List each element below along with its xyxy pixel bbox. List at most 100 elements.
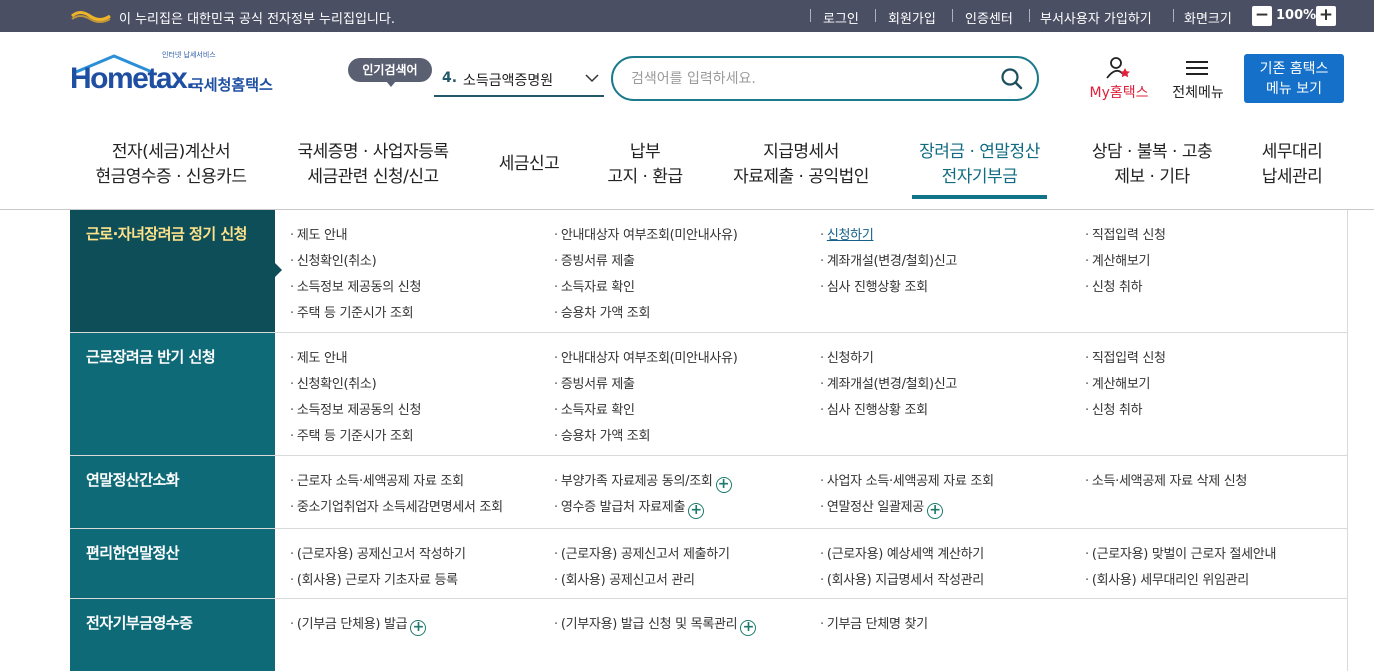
menu-link[interactable]: 승용차 가액 조회 bbox=[554, 425, 651, 444]
menu-link[interactable]: 신청 취하 bbox=[1085, 276, 1143, 295]
old-hometax-menu-button[interactable]: 기존 홈택스 메뉴 보기 bbox=[1244, 54, 1344, 103]
menu-link[interactable]: 주택 등 기준시가 조회 bbox=[290, 302, 414, 321]
menu-link[interactable]: (회사용) 세무대리인 위임관리 bbox=[1085, 569, 1249, 588]
menu-link[interactable]: (근로자용) 공제신고서 제출하기 bbox=[554, 543, 730, 562]
my-hometax-button[interactable]: My홈택스 bbox=[1084, 56, 1154, 102]
menu-link[interactable]: 소득자료 확인 bbox=[554, 399, 635, 418]
menu-link[interactable]: 소득정보 제공동의 신청 bbox=[290, 276, 422, 295]
menu-link-expandable[interactable]: (기부금 단체용) 발급+ bbox=[290, 613, 427, 636]
menu-link[interactable]: 신청확인(취소) bbox=[290, 250, 377, 269]
menu-link[interactable]: (근로자용) 맞벌이 근로자 절세안내 bbox=[1085, 543, 1277, 562]
gov-emblem-icon bbox=[71, 11, 111, 23]
menu-link[interactable]: (근로자용) 예상세액 계산하기 bbox=[820, 543, 984, 562]
signup-link[interactable]: 회원가입 bbox=[888, 8, 936, 27]
gnb-consult[interactable]: 상담 · 불복 · 고충 제보 · 기타 bbox=[1082, 140, 1222, 190]
menu-link-current[interactable]: 신청하기 bbox=[820, 224, 874, 243]
divider bbox=[810, 9, 811, 22]
menu-link[interactable]: 사업자 소득·세액공제 자료 조회 bbox=[820, 470, 994, 489]
menu-link[interactable]: 제도 안내 bbox=[290, 347, 348, 366]
hometax-logo[interactable]: 인터넷 납세서비스 Hometax. 국세청홈택스 bbox=[70, 50, 285, 106]
popular-search-select[interactable]: 4. 소득금액증명원 bbox=[434, 64, 604, 97]
menu-link[interactable]: 증빙서류 제출 bbox=[554, 250, 635, 269]
menu-link[interactable]: 신청 취하 bbox=[1085, 399, 1143, 418]
menu-link[interactable]: 주택 등 기준시가 조회 bbox=[290, 425, 414, 444]
menu-link-label: 연말정산 일괄제공 bbox=[826, 500, 924, 515]
dept-user-signup-link[interactable]: 부서사용자 가입하기 bbox=[1040, 8, 1152, 27]
menu-link[interactable]: 소득정보 제공동의 신청 bbox=[290, 399, 422, 418]
menu-link[interactable]: (회사용) 근로자 기초자료 등록 bbox=[290, 569, 458, 588]
search-icon[interactable] bbox=[1000, 67, 1024, 91]
menu-link[interactable]: (회사용) 지급명세서 작성관리 bbox=[820, 569, 984, 588]
zoom-level: 100% bbox=[1276, 8, 1317, 23]
menu-link[interactable]: 안내대상자 여부조회(미안내사유) bbox=[554, 224, 738, 243]
menu-link[interactable]: 계산해보기 bbox=[1085, 373, 1151, 392]
menu-link[interactable]: 중소기업취업자 소득세감면명세서 조회 bbox=[290, 496, 503, 515]
menu-link-expandable[interactable]: 부양가족 자료제공 동의/조회+ bbox=[554, 470, 732, 493]
gnb-incentive-yearend[interactable]: 장려금 · 연말정산 전자기부금 bbox=[912, 140, 1047, 190]
menu-link[interactable]: 계좌개설(변경/철회)신고 bbox=[820, 250, 958, 269]
menu-link-expandable[interactable]: 영수증 발급처 자료제출+ bbox=[554, 496, 705, 519]
menu-link[interactable]: 근로자 소득·세액공제 자료 조회 bbox=[290, 470, 464, 489]
plus-circle-icon[interactable]: + bbox=[926, 503, 943, 519]
submenu-panel: 근로·자녀장려금 정기 신청 제도 안내 안내대상자 여부조회(미안내사유) 신… bbox=[70, 210, 1348, 671]
menu-link[interactable]: 계좌개설(변경/철회)신고 bbox=[820, 373, 958, 392]
menu-link[interactable]: 증빙서류 제출 bbox=[554, 373, 635, 392]
gnb-tax-return[interactable]: 세금신고 bbox=[492, 152, 566, 177]
menu-link[interactable]: 제도 안내 bbox=[290, 224, 348, 243]
gnb-line2: 세금관련 신청/신고 bbox=[307, 167, 439, 187]
menu-link[interactable]: 직접입력 신청 bbox=[1085, 224, 1166, 243]
gnb-tax-agent[interactable]: 세무대리 납세관리 bbox=[1254, 140, 1330, 190]
login-link[interactable]: 로그인 bbox=[823, 8, 859, 27]
menu-link[interactable]: 소득자료 확인 bbox=[554, 276, 635, 295]
section-title[interactable]: 근로장려금 반기 신청 bbox=[70, 333, 275, 455]
divider bbox=[1029, 9, 1030, 22]
logo-korean: 국세청홈택스 bbox=[190, 76, 273, 94]
menu-link[interactable]: 승용차 가액 조회 bbox=[554, 302, 651, 321]
search-input[interactable] bbox=[631, 68, 991, 90]
menu-link-label: 영수증 발급처 자료제출 bbox=[560, 500, 686, 515]
all-menu-button[interactable]: 전체메뉴 bbox=[1166, 56, 1230, 102]
menu-link[interactable]: 기부금 단체명 찾기 bbox=[820, 613, 928, 632]
gnb-payment-statement[interactable]: 지급명세서 자료제출 · 공익법인 bbox=[725, 140, 877, 190]
section-title[interactable]: 전자기부금영수증 bbox=[70, 599, 275, 671]
gnb-e-invoice[interactable]: 전자(세금)계산서 현금영수증 · 신용카드 bbox=[88, 140, 254, 190]
menu-link[interactable]: 안내대상자 여부조회(미안내사유) bbox=[554, 347, 738, 366]
popular-rank: 4. bbox=[442, 70, 458, 86]
gnb-certificates[interactable]: 국세증명 · 사업자등록 세금관련 신청/신고 bbox=[288, 140, 458, 190]
cert-center-link[interactable]: 인증센터 bbox=[965, 8, 1013, 27]
menu-link[interactable]: 신청하기 bbox=[820, 347, 874, 366]
logo-wordmark: Hometax. bbox=[70, 62, 195, 95]
gnb-line2: 고지 · 환급 bbox=[607, 167, 683, 187]
gnb-line2: 납세관리 bbox=[1261, 167, 1323, 187]
user-star-icon bbox=[1106, 57, 1130, 79]
plus-circle-icon[interactable]: + bbox=[410, 620, 427, 636]
section-title[interactable]: 근로·자녀장려금 정기 신청 bbox=[70, 210, 282, 332]
section-title[interactable]: 연말정산간소화 bbox=[70, 456, 275, 528]
zoom-out-button[interactable]: − bbox=[1252, 6, 1272, 26]
section-convenient-yearend: 편리한연말정산 (근로자용) 공제신고서 작성하기 (근로자용) 공제신고서 제… bbox=[70, 529, 1348, 599]
search-box bbox=[611, 56, 1039, 101]
menu-link[interactable]: 직접입력 신청 bbox=[1085, 347, 1166, 366]
gnb-active-indicator bbox=[912, 195, 1047, 199]
section-half-year-incentive: 근로장려금 반기 신청 제도 안내 안내대상자 여부조회(미안내사유) 신청하기… bbox=[70, 333, 1348, 456]
plus-circle-icon[interactable]: + bbox=[688, 503, 705, 519]
menu-link-expandable[interactable]: (기부자용) 발급 신청 및 목록관리+ bbox=[554, 613, 757, 636]
divider bbox=[1173, 9, 1174, 22]
popular-term: 소득금액증명원 bbox=[463, 73, 554, 89]
menu-link[interactable]: 소득·세액공제 자료 삭제 신청 bbox=[1085, 470, 1248, 489]
section-title[interactable]: 편리한연말정산 bbox=[70, 529, 275, 598]
gnb-payment[interactable]: 납부 고지 · 환급 bbox=[600, 140, 690, 190]
menu-link-label: (기부자용) 발급 신청 및 목록관리 bbox=[560, 617, 738, 632]
menu-link-expandable[interactable]: 연말정산 일괄제공+ bbox=[820, 496, 943, 519]
gnb-line1: 납부 bbox=[629, 142, 661, 162]
menu-link[interactable]: 신청확인(취소) bbox=[290, 373, 377, 392]
menu-link[interactable]: (회사용) 공제신고서 관리 bbox=[554, 569, 695, 588]
zoom-in-button[interactable]: + bbox=[1316, 6, 1336, 26]
menu-link[interactable]: (근로자용) 공제신고서 작성하기 bbox=[290, 543, 466, 562]
menu-link[interactable]: 심사 진행상황 조회 bbox=[820, 399, 928, 418]
plus-circle-icon[interactable]: + bbox=[715, 477, 732, 493]
menu-link-label: 부양가족 자료제공 동의/조회 bbox=[560, 474, 713, 489]
plus-circle-icon[interactable]: + bbox=[740, 620, 757, 636]
menu-link[interactable]: 심사 진행상황 조회 bbox=[820, 276, 928, 295]
menu-link[interactable]: 계산해보기 bbox=[1085, 250, 1151, 269]
